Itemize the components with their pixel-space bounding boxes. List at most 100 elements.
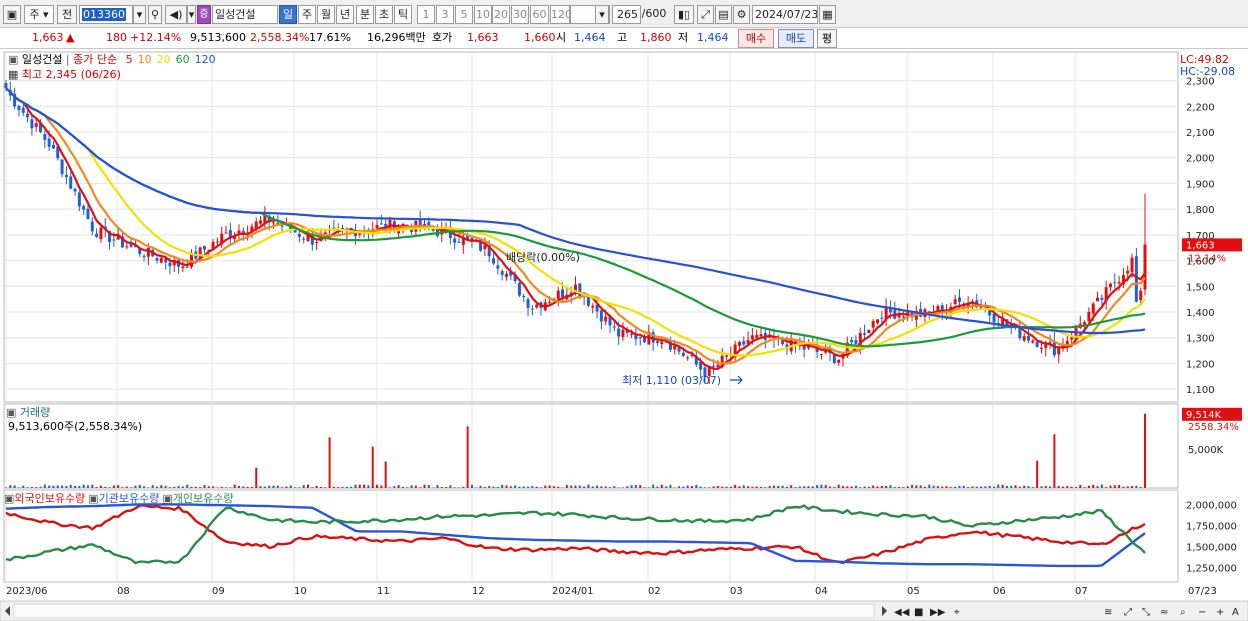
volume-bar (358, 484, 361, 488)
chart-control-icon[interactable]: ⤡ (1142, 607, 1150, 618)
volume-bar (414, 485, 417, 488)
up-triangle-icon: ▲ (66, 31, 75, 44)
volume-bar (48, 485, 51, 488)
speaker-dropdown-icon[interactable]: ▾ (187, 5, 196, 24)
interval-button[interactable]: 3 (436, 5, 454, 24)
volume-bar (617, 487, 620, 488)
volume-bar (65, 485, 68, 488)
quote-infobar: 1,663 ▲ 180 +12.14% 9,513,600 2,558.34% … (0, 28, 1248, 49)
volume-bar (824, 485, 827, 488)
period-tab[interactable]: 주 (298, 5, 316, 24)
volume-bar (1131, 485, 1134, 488)
sell-button[interactable]: 매도 (778, 29, 814, 48)
chart-control-icon[interactable]: ⌕ (1180, 607, 1186, 618)
chart-control-icon[interactable]: − (1198, 607, 1206, 618)
stock-name-field[interactable]: 일성건설 (212, 5, 278, 24)
x-tick-label: 03 (730, 586, 743, 597)
volume-bar (652, 484, 655, 488)
chart-control-icon[interactable]: ▶▶ (930, 607, 946, 618)
chart-control-icon[interactable]: ⤢ (1124, 607, 1132, 618)
period-tab[interactable]: 분 (356, 5, 374, 24)
candle-body (99, 227, 103, 240)
volume-bar (755, 486, 758, 488)
period-tab[interactable]: 일 (279, 5, 297, 24)
holdings-legend-box-icon: ▣ (88, 492, 99, 505)
change-amount: 180 (106, 31, 127, 44)
candle-body (17, 105, 21, 111)
candle-body (26, 113, 30, 118)
chart-control-icon[interactable]: ◀◀ (894, 607, 910, 618)
volume-bar (678, 486, 681, 488)
volume-bar (630, 485, 633, 488)
search-icon[interactable]: ⚲ (148, 5, 162, 24)
x-tick-label: 12 (472, 586, 485, 597)
volume-bar (548, 485, 551, 488)
chart-control-icon[interactable]: ≈ (1160, 607, 1168, 618)
stock-chart[interactable]: 2,3002,2002,1002,0001,9001,8001,7001,600… (0, 50, 1248, 621)
volume-bar (690, 486, 693, 488)
volume-bar (764, 487, 767, 488)
volume-bar (531, 486, 534, 488)
volume-bar (781, 485, 784, 488)
chart-control-icon[interactable]: ≋ (1104, 607, 1112, 618)
candle-body (819, 354, 823, 356)
interval-button[interactable]: 10 (474, 5, 492, 24)
interval-button[interactable]: 60 (530, 5, 549, 24)
code-dropdown-icon[interactable]: ▾ (133, 5, 146, 24)
data-count-input[interactable]: 265 (612, 5, 641, 24)
candle-body (535, 304, 539, 308)
interval-button[interactable]: 5 (455, 5, 473, 24)
chart-settings-icon[interactable]: ▣ (3, 5, 21, 24)
interval-dropdown-icon[interactable]: ▾ (595, 5, 609, 24)
holdings-tick-label: 2,000,000 (1186, 500, 1237, 511)
candle-body (750, 335, 754, 340)
period-tab[interactable]: 월 (317, 5, 335, 24)
period-tab[interactable]: 초 (375, 5, 393, 24)
volume-bar (160, 485, 163, 488)
volume-bar (867, 487, 870, 488)
interval-button[interactable]: 20 (492, 5, 510, 24)
interval-button[interactable]: 30 (511, 5, 529, 24)
volume-bar (82, 484, 85, 488)
stock-code-input[interactable]: 013360 (79, 5, 133, 24)
prev-button[interactable]: 전 (57, 5, 77, 24)
volume-bar (199, 487, 202, 488)
chart-control-icon[interactable]: ■ (914, 607, 923, 618)
period-tab[interactable]: 년 (336, 5, 354, 24)
volume-bar (669, 484, 672, 488)
date-input[interactable]: 2024/07/23 (752, 5, 818, 24)
data-count-max: /600 (641, 7, 667, 20)
volume-bar (337, 487, 340, 488)
candle-body (375, 224, 379, 229)
volume-bar (798, 486, 801, 488)
chart-control-icon[interactable]: A (1232, 607, 1239, 618)
chart-control-icon[interactable]: ⌖ (954, 607, 960, 618)
buy-button[interactable]: 매수 (738, 29, 774, 48)
chart-control-icon[interactable]: + (1216, 607, 1224, 618)
avg-price-button[interactable]: 평 (817, 29, 837, 48)
market-select[interactable]: 주 ▾ (24, 5, 54, 24)
candle-body (181, 266, 185, 268)
interval-button[interactable]: 120 (550, 5, 570, 24)
gear-icon[interactable]: ⚙ (733, 5, 750, 24)
volume-bar (1010, 485, 1013, 488)
candle-body (185, 266, 189, 268)
volume-bar (561, 487, 564, 488)
speaker-icon[interactable]: ◀) (165, 5, 187, 24)
volume-bar (574, 485, 577, 488)
volume-bar (186, 484, 189, 488)
candle-body (112, 239, 116, 241)
volume-bar (281, 487, 284, 488)
period-tab[interactable]: 틱 (394, 5, 412, 24)
interval-button[interactable]: 1 (417, 5, 435, 24)
candle-body (1070, 337, 1074, 340)
volume-value-label: 9,513,600주(2,558.34%) (8, 420, 143, 433)
volume-bar (263, 486, 266, 488)
save-icon[interactable]: ▤ (715, 5, 732, 24)
candle-type-icon[interactable]: ▮▯ (674, 5, 694, 24)
calendar-icon[interactable]: ▦ (819, 5, 836, 24)
drawing-tool-icon[interactable]: ⤢ (697, 5, 714, 24)
current-price: 1,663 (32, 31, 64, 44)
volume-bar (729, 486, 732, 488)
volume-bar (829, 486, 832, 488)
